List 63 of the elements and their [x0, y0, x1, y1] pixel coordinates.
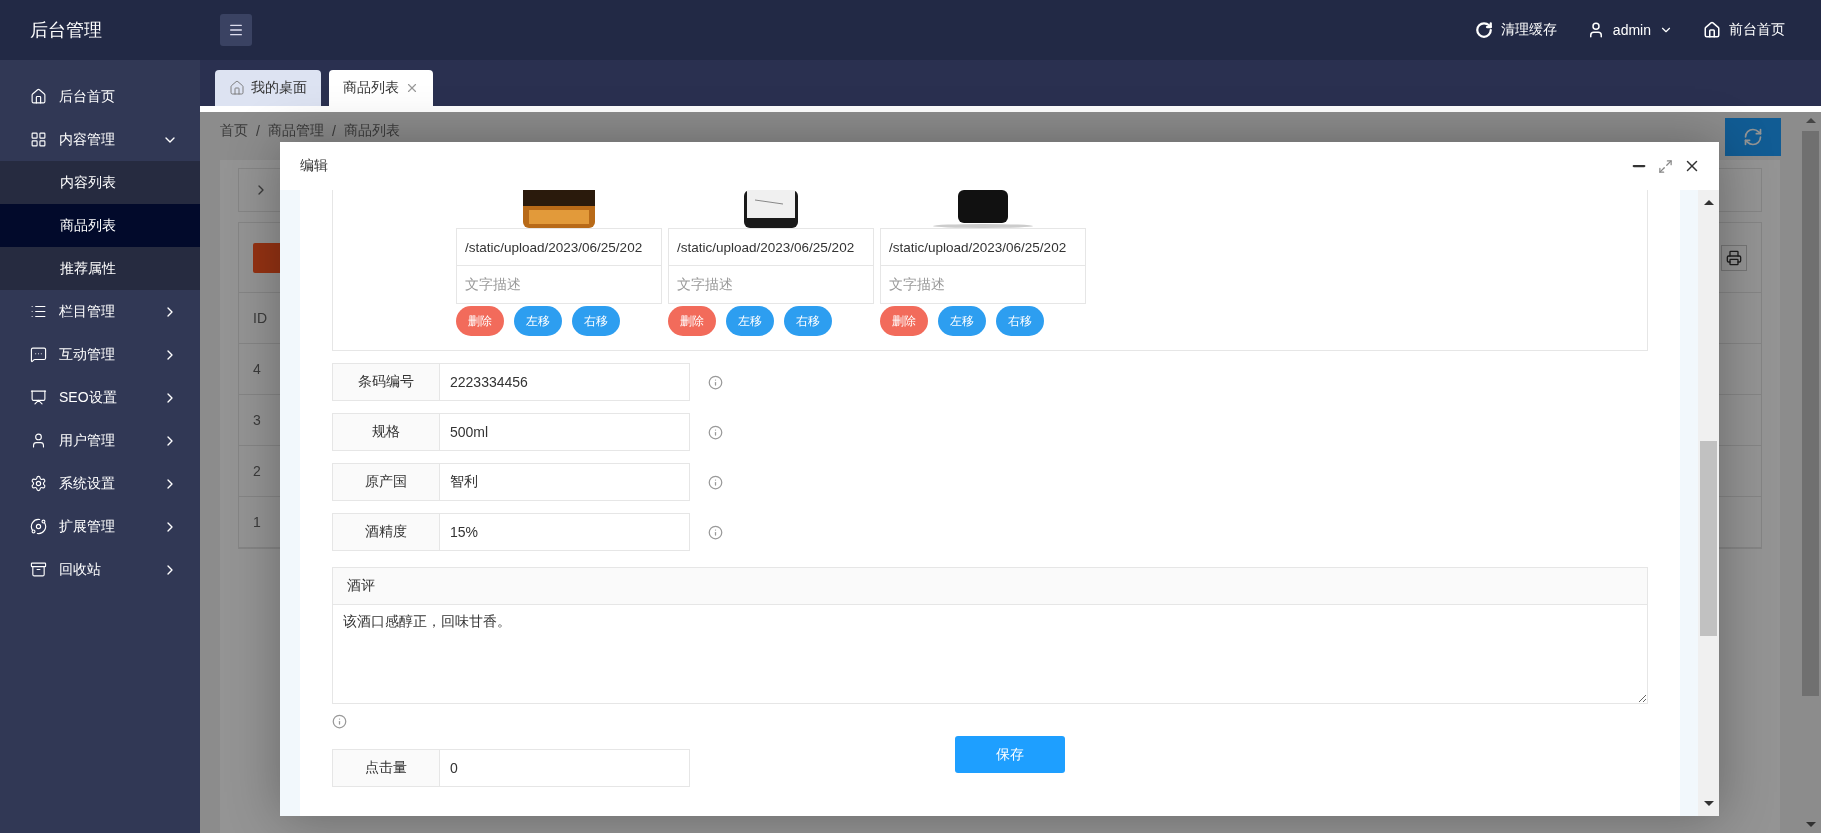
path-field[interactable]: /static/upload/2023/06/25/202 — [880, 228, 1086, 266]
description-field[interactable]: 文字描述 — [668, 266, 874, 304]
sidebar-item[interactable]: 用户管理 — [0, 419, 200, 462]
path-field[interactable]: /static/upload/2023/06/25/202 — [668, 228, 874, 266]
description-field[interactable]: 文字描述 — [456, 266, 662, 304]
tab[interactable]: 商品列表 — [329, 70, 433, 106]
dialog-title: 编辑 — [300, 157, 329, 175]
app-title: 后台管理 — [0, 0, 200, 60]
tab[interactable]: 我的桌面 — [215, 70, 321, 106]
archive-icon — [30, 561, 47, 578]
sidebar-item[interactable]: 系统设置 — [0, 462, 200, 505]
reload-button[interactable] — [1725, 118, 1781, 156]
user-menu[interactable]: admin — [1586, 21, 1673, 39]
home-icon — [229, 80, 245, 96]
info-icon[interactable] — [708, 474, 723, 490]
field-label: 规格 — [333, 414, 440, 450]
field-label: 点击量 — [333, 750, 440, 786]
info-icon[interactable] — [708, 524, 723, 540]
sidebar-item[interactable]: 后台首页 — [0, 75, 200, 118]
header-link[interactable]: 清理缓存 — [1474, 21, 1557, 39]
board-icon — [30, 389, 47, 406]
sidebar-subitem[interactable]: 推荐属性 — [0, 247, 200, 290]
sidebar-item[interactable]: 回收站 — [0, 548, 200, 591]
print-button[interactable] — [1721, 244, 1747, 271]
refresh-icon — [1474, 21, 1493, 39]
field-label: 酒精度 — [333, 514, 440, 550]
field-label: 原产国 — [333, 464, 440, 500]
sidebar-item[interactable]: 互动管理 — [0, 333, 200, 376]
header-link[interactable]: 前台首页 — [1703, 21, 1785, 39]
sidebar-item[interactable]: 栏目管理 — [0, 290, 200, 333]
form-field[interactable]: 规格 500ml — [332, 413, 690, 451]
user-icon — [30, 432, 47, 449]
scrollbar[interactable] — [1698, 190, 1719, 816]
sidebar-item[interactable]: 扩展管理 — [0, 505, 200, 548]
home-icon — [30, 88, 47, 105]
sidebar-item[interactable]: 内容管理 — [0, 118, 200, 161]
list-icon — [30, 303, 47, 320]
field-label: 条码编号 — [333, 364, 440, 400]
grid-icon — [30, 131, 47, 148]
sidebar-subitem[interactable]: 内容列表 — [0, 161, 200, 204]
refresh-icon — [1743, 127, 1763, 147]
maximize-icon[interactable] — [1658, 158, 1673, 174]
sidebar-item[interactable]: SEO设置 — [0, 376, 200, 419]
form-field[interactable]: 酒精度 15% — [332, 513, 690, 551]
field-label: 酒评 — [333, 568, 1647, 605]
description-field[interactable]: 文字描述 — [880, 266, 1086, 304]
info-icon[interactable] — [332, 714, 347, 729]
info-icon[interactable] — [708, 424, 723, 440]
menu-icon — [228, 22, 244, 38]
settings-icon — [30, 475, 47, 492]
menu-button[interactable] — [220, 14, 252, 46]
review-field[interactable]: 酒评 该酒口感醇正，回味甘香。 — [332, 567, 1648, 704]
home-icon — [1703, 21, 1721, 39]
path-field[interactable]: /static/upload/2023/06/25/202 — [456, 228, 662, 266]
orbit-icon — [30, 518, 47, 535]
breadcrumb-separator: / — [331, 123, 336, 139]
form-field[interactable]: 点击量 0 — [332, 749, 690, 787]
form-field[interactable]: 原产国 智利 — [332, 463, 690, 501]
info-icon[interactable] — [708, 374, 723, 390]
form-field[interactable]: 条码编号 2223334456 — [332, 363, 690, 401]
chat-icon — [30, 346, 47, 363]
sidebar-subitem[interactable]: 商品列表 — [0, 204, 200, 247]
breadcrumb-separator: / — [256, 123, 260, 139]
